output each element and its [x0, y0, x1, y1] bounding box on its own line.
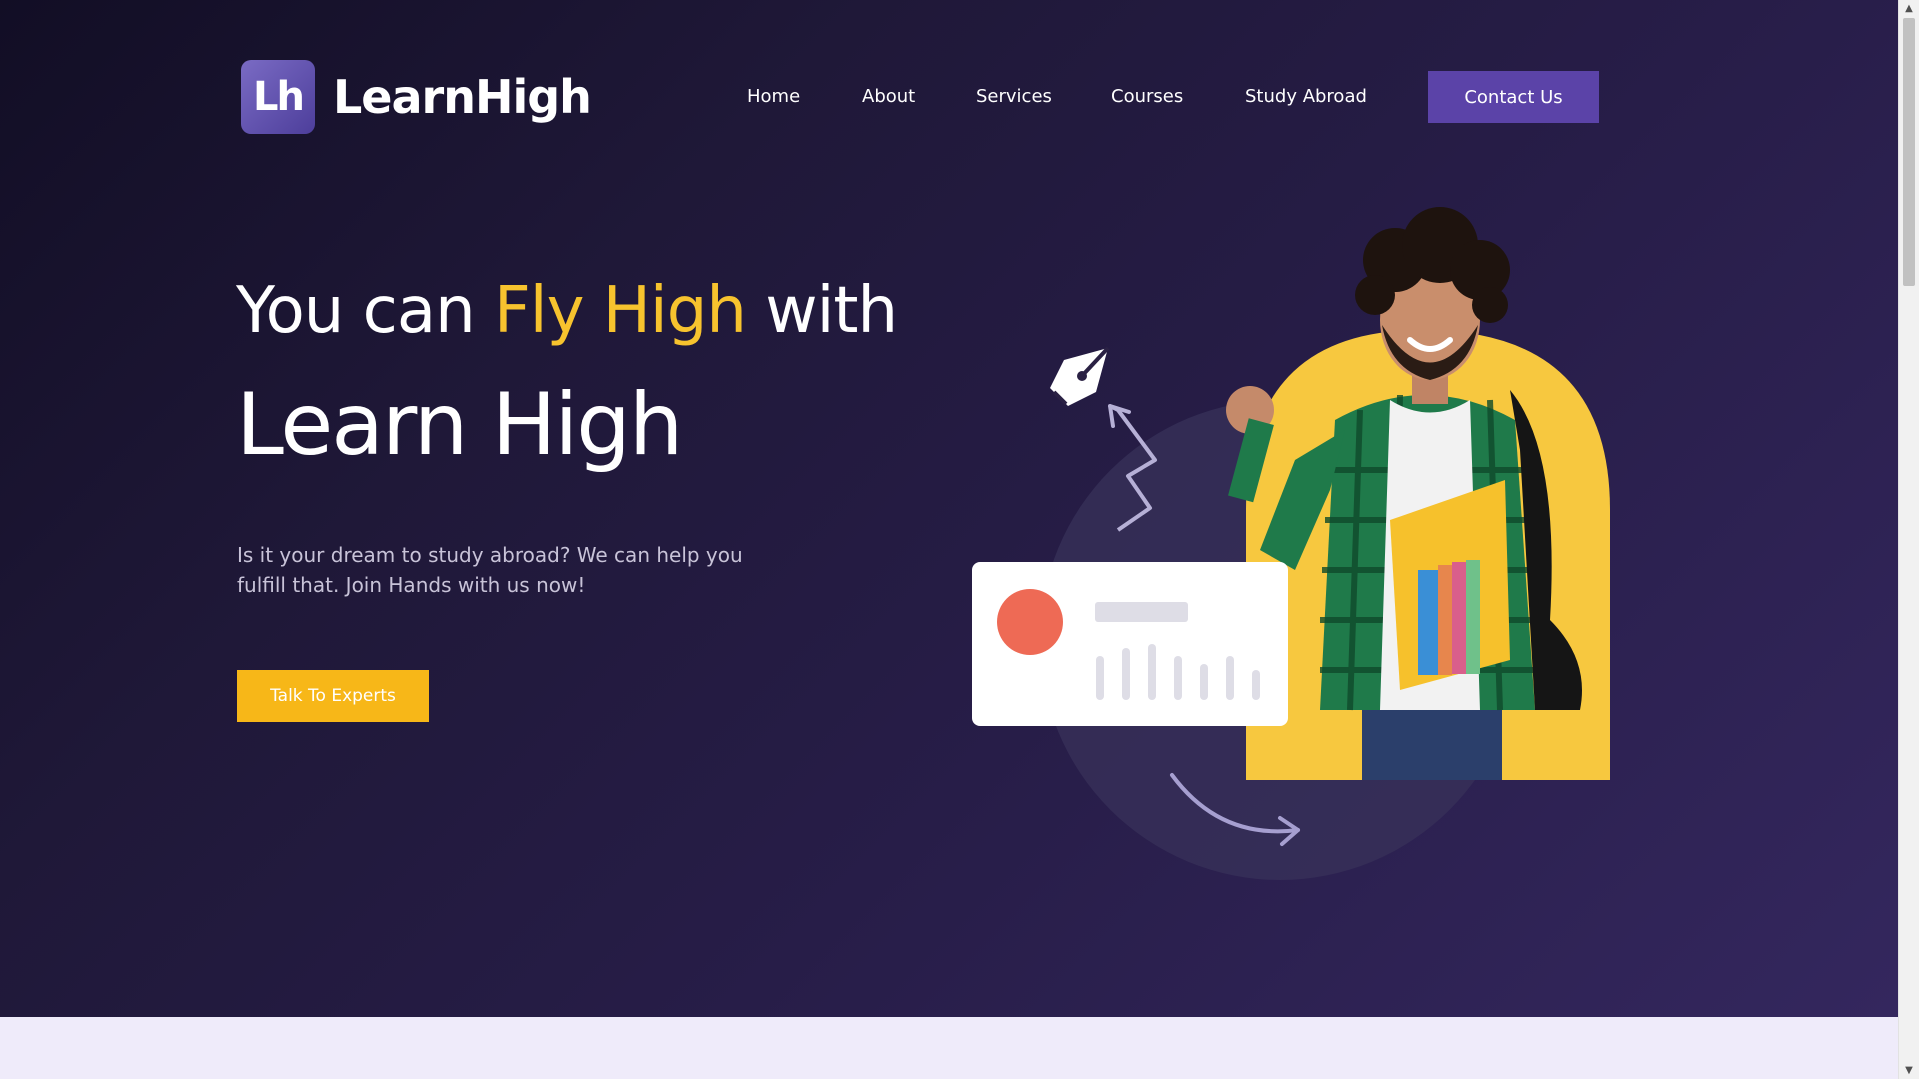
chevron-down-icon[interactable]: ▼ [1899, 1062, 1919, 1079]
stats-card-title-bar [1095, 602, 1188, 622]
nav-courses[interactable]: Courses [1111, 71, 1183, 123]
chevron-up-icon[interactable]: ▲ [1899, 0, 1919, 17]
brand-logo[interactable]: Lh LearnHigh [241, 60, 592, 134]
headline-accent: Fly High [493, 274, 747, 348]
notebook-blue [1418, 570, 1438, 675]
hero-headline-second-line: Learn High [236, 375, 683, 475]
nav-study-abroad[interactable]: Study Abroad [1245, 71, 1367, 123]
notebook-green [1466, 560, 1480, 674]
brand-name: LearnHigh [333, 70, 592, 124]
vertical-scrollbar[interactable]: ▲ ▼ [1898, 0, 1919, 1079]
hero-section: Lh LearnHigh Home About Services Courses… [0, 0, 1899, 1017]
notebook-pink [1452, 562, 1466, 674]
headline-suffix: with [745, 274, 898, 348]
nav-services[interactable]: Services [976, 71, 1052, 123]
person-hair-5 [1472, 287, 1508, 323]
hero-lead-text: Is it your dream to study abroad? We can… [237, 543, 743, 597]
headline-prefix: You can [236, 274, 494, 348]
nav-about[interactable]: About [862, 71, 915, 123]
next-section [0, 1017, 1899, 1079]
nav-home[interactable]: Home [747, 71, 800, 123]
page: Lh LearnHigh Home About Services Courses… [0, 0, 1919, 1079]
logo-mark: Lh [241, 60, 315, 134]
person-jeans [1362, 710, 1502, 780]
stats-card-dot [997, 589, 1063, 655]
notebook-orange [1438, 565, 1452, 675]
hero-headline: You can Fly High with [236, 266, 898, 356]
person-hair-4 [1355, 275, 1395, 315]
scroll-thumb[interactable] [1903, 18, 1915, 286]
contact-us-button[interactable]: Contact Us [1428, 71, 1599, 123]
hero-illustration [972, 207, 1610, 880]
talk-to-experts-button[interactable]: Talk To Experts [237, 670, 429, 722]
pen-nib-icon [1050, 346, 1110, 406]
